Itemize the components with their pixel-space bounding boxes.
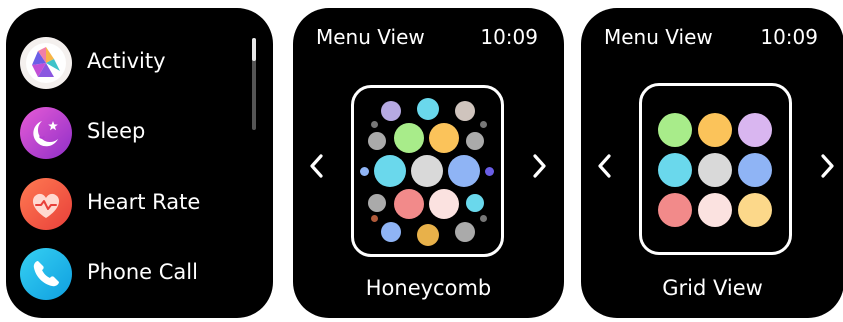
phone-call-icon [20, 248, 72, 300]
preview-dot [429, 189, 459, 219]
app-item-phone-call[interactable]: Phone Call [20, 248, 260, 302]
app-item-label: Heart Rate [87, 190, 201, 214]
preview-dot [455, 222, 475, 242]
app-item-heart-rate[interactable]: Heart Rate [20, 178, 260, 232]
screen-title: Menu View [316, 25, 425, 49]
preview-dot [381, 222, 401, 242]
preview-dot [381, 101, 401, 121]
scrollbar[interactable] [252, 38, 256, 130]
preview-dot [698, 153, 732, 187]
preview-dot [480, 215, 487, 222]
chevron-left-icon[interactable] [307, 152, 327, 180]
clock-time: 10:09 [760, 25, 818, 49]
app-item-label: Activity [87, 49, 166, 73]
preview-dot [455, 101, 475, 121]
preview-dot [698, 113, 732, 147]
preview-dot [698, 193, 732, 227]
preview-dot [738, 153, 772, 187]
preview-dot [371, 215, 378, 222]
app-list-screen: Activity Sleep Heart Rate Phone Call [6, 8, 273, 318]
preview-dot [368, 132, 386, 150]
preview-dot [480, 121, 487, 128]
sleep-icon [20, 107, 72, 159]
preview-dot [658, 153, 692, 187]
layout-caption: Honeycomb [365, 276, 492, 300]
preview-dot [368, 194, 386, 212]
app-item-activity[interactable]: Activity [20, 37, 260, 91]
scrollbar-thumb[interactable] [252, 38, 256, 61]
chevron-right-icon[interactable] [817, 152, 837, 180]
layout-caption: Grid View [662, 276, 763, 300]
screen-title: Menu View [604, 25, 713, 49]
heart-rate-icon [20, 178, 72, 230]
preview-dot [360, 167, 369, 176]
app-item-sleep[interactable]: Sleep [20, 107, 260, 161]
grid-preview[interactable] [639, 83, 792, 255]
preview-dot [466, 194, 484, 212]
preview-dot [417, 224, 439, 246]
preview-dot [485, 167, 494, 176]
preview-dot [448, 155, 480, 187]
preview-dot [658, 113, 692, 147]
preview-dot [394, 123, 424, 153]
honeycomb-preview[interactable] [351, 85, 504, 257]
preview-dot [374, 155, 406, 187]
preview-dot [738, 193, 772, 227]
preview-dot [429, 123, 459, 153]
honeycomb-menu-screen: Menu View 10:09 Honeycomb [293, 8, 564, 318]
chevron-right-icon[interactable] [529, 152, 549, 180]
preview-dot [411, 155, 443, 187]
preview-dot [394, 189, 424, 219]
clock-time: 10:09 [480, 25, 538, 49]
preview-dot [371, 121, 378, 128]
preview-dot [658, 193, 692, 227]
app-item-label: Sleep [87, 119, 146, 143]
preview-dot [417, 98, 439, 120]
app-item-label: Phone Call [87, 260, 198, 284]
preview-dot [466, 132, 484, 150]
activity-icon [20, 37, 72, 89]
chevron-left-icon[interactable] [595, 152, 615, 180]
grid-menu-screen: Menu View 10:09 Grid View [581, 8, 843, 318]
preview-dot [738, 113, 772, 147]
